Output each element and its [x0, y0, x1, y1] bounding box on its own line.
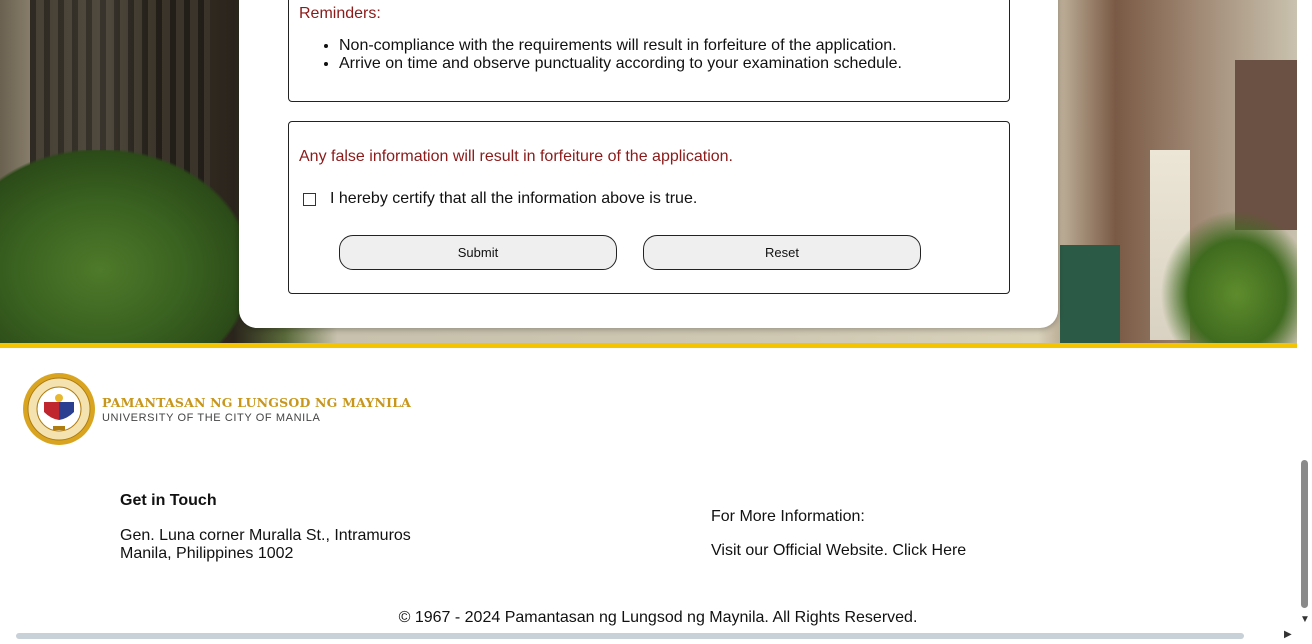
- reminder-item: Non-compliance with the requirements wil…: [339, 37, 902, 55]
- get-in-touch-heading: Get in Touch: [120, 492, 217, 509]
- background-shrub-right: [1160, 210, 1297, 343]
- reminders-box: Reminders: Non-compliance with the requi…: [288, 0, 1010, 102]
- background-shrub-left: [0, 150, 250, 343]
- certify-checkbox[interactable]: [303, 192, 316, 206]
- submit-button[interactable]: Submit: [339, 235, 617, 270]
- horizontal-scroll-thumb[interactable]: [16, 633, 1244, 639]
- reminder-item: Arrive on time and observe punctuality a…: [339, 55, 902, 73]
- certify-label[interactable]: I hereby certify that all the informatio…: [330, 190, 697, 208]
- vertical-scroll-thumb[interactable]: [1301, 460, 1308, 608]
- reminders-title: Reminders:: [299, 5, 381, 22]
- address-line-1: Gen. Luna corner Muralla St., Intramuros: [120, 527, 411, 544]
- university-seal-icon: [23, 373, 95, 445]
- logo-title: PAMANTASAN NG LUNGSOD NG MAYNILA: [102, 394, 412, 410]
- certification-box: Any false information will result in for…: [288, 121, 1010, 294]
- official-website-link[interactable]: Visit our Official Website. Click Here: [711, 542, 966, 560]
- address-line-2: Manila, Philippines 1002: [120, 545, 294, 562]
- logo-subtitle: UNIVERSITY OF THE CITY OF MANILA: [102, 411, 321, 424]
- footer-accent-bar: [0, 343, 1297, 348]
- false-info-warning: Any false information will result in for…: [299, 148, 733, 165]
- copyright-text: © 1967 - 2024 Pamantasan ng Lungsod ng M…: [398, 609, 918, 626]
- reminders-list: Non-compliance with the requirements wil…: [319, 37, 902, 73]
- chevron-right-icon[interactable]: ▶: [1284, 629, 1292, 640]
- more-info-label: For More Information:: [711, 508, 865, 525]
- certify-row[interactable]: I hereby certify that all the informatio…: [303, 190, 697, 208]
- reset-button[interactable]: Reset: [643, 235, 921, 270]
- university-logo: PAMANTASAN NG LUNGSOD NG MAYNILA UNIVERS…: [22, 372, 411, 446]
- background-bin: [1060, 245, 1120, 343]
- chevron-down-icon[interactable]: ▼: [1300, 614, 1310, 625]
- background-wall-right: [1235, 60, 1297, 230]
